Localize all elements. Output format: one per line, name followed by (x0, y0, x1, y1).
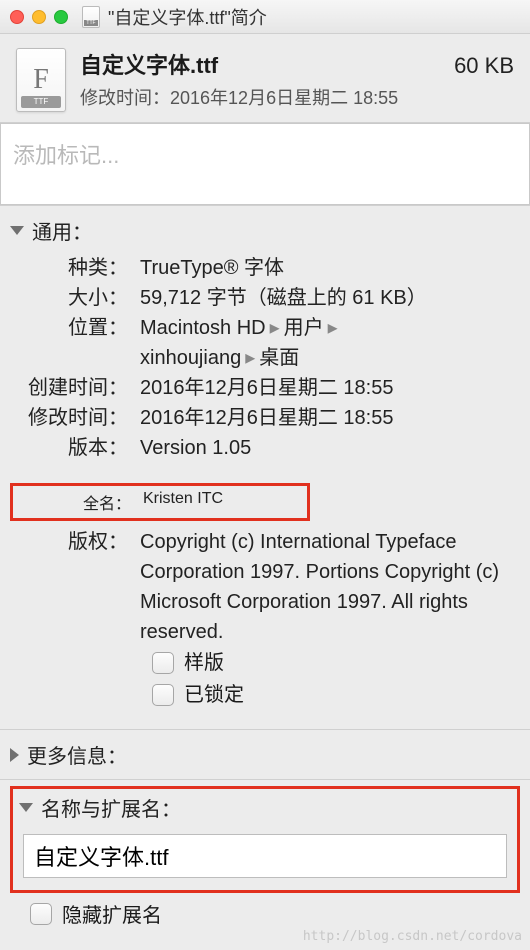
version-label: 版本： (10, 433, 140, 463)
modified-value: 2016年12月6日星期二 18:55 (170, 88, 398, 108)
zoom-icon[interactable] (54, 10, 68, 24)
sample-label: 样版 (184, 647, 224, 679)
locked-label: 已锁定 (184, 679, 244, 711)
kind-label: 种类： (10, 253, 140, 283)
where-label: 位置： (10, 313, 140, 373)
row-modified: 修改时间： 2016年12月6日星期二 18:55 (10, 403, 520, 433)
section-general-header[interactable]: 通用： (10, 212, 520, 249)
row-where: 位置： Macintosh HD▸用户▸ xinhoujiang▸桌面 (10, 313, 520, 373)
close-icon[interactable] (10, 10, 24, 24)
font-glyph-icon: F (33, 64, 49, 96)
disclosure-triangle-right-icon (10, 748, 19, 762)
window-controls (10, 10, 68, 24)
checkbox-hide-ext[interactable] (30, 903, 52, 925)
copyright-label: 版权： (10, 527, 140, 647)
chevron-right-icon: ▸ (266, 317, 284, 339)
tags-field[interactable]: 添加标记... (0, 123, 530, 205)
checkbox-locked[interactable] (152, 684, 174, 706)
kind-value: TrueType® 字体 (140, 253, 520, 283)
section-general: 通用： 种类： TrueType® 字体 大小： 59,712 字节（磁盘上的 … (0, 205, 530, 729)
breadcrumb: 桌面 (259, 347, 299, 369)
file-modified: 修改时间：2016年12月6日星期二 18:55 (80, 84, 514, 110)
row-created: 创建时间： 2016年12月6日星期二 18:55 (10, 373, 520, 403)
chevron-right-icon: ▸ (324, 317, 342, 339)
window-title: "自定义字体.ttf"简介 (108, 4, 267, 30)
row-hide-ext[interactable]: 隐藏扩展名 (30, 899, 526, 928)
file-name: 自定义字体.ttf (80, 48, 218, 80)
tags-placeholder: 添加标记... (13, 143, 119, 168)
row-locked[interactable]: 已锁定 (152, 679, 520, 711)
highlight-name-ext: 名称与扩展名： (10, 786, 520, 893)
minimize-icon[interactable] (32, 10, 46, 24)
size-label: 大小： (10, 283, 140, 313)
file-type-icon: F (16, 48, 66, 112)
file-header: F 自定义字体.ttf 60 KB 修改时间：2016年12月6日星期二 18:… (0, 34, 530, 123)
hide-ext-label: 隐藏扩展名 (62, 899, 162, 928)
breadcrumb: Macintosh HD (140, 317, 266, 339)
row-version: 版本： Version 1.05 (10, 433, 520, 463)
size-value: 59,712 字节（磁盘上的 61 KB） (140, 283, 520, 313)
row-copyright: 版权： Copyright (c) International Typeface… (10, 527, 520, 647)
section-name-ext-header[interactable]: 名称与扩展名： (13, 789, 517, 826)
breadcrumb: xinhoujiang (140, 347, 241, 369)
watermark: http://blog.csdn.net/cordova (303, 929, 522, 944)
created-value: 2016年12月6日星期二 18:55 (140, 373, 520, 403)
section-name-ext-title: 名称与扩展名： (41, 793, 181, 822)
chevron-right-icon: ▸ (241, 347, 259, 369)
version-value: Version 1.05 (140, 433, 520, 463)
copyright-value: Copyright (c) International Typeface Cor… (140, 527, 520, 647)
disclosure-triangle-down-icon (19, 803, 33, 812)
fullname-label: 全名： (13, 490, 143, 514)
section-more-info-header[interactable]: 更多信息： (10, 736, 520, 773)
row-size: 大小： 59,712 字节（磁盘上的 61 KB） (10, 283, 520, 313)
title-file-icon (82, 6, 100, 28)
created-label: 创建时间： (10, 373, 140, 403)
filename-input[interactable] (23, 834, 507, 878)
checkbox-sample[interactable] (152, 652, 174, 674)
where-value: Macintosh HD▸用户▸ xinhoujiang▸桌面 (140, 313, 520, 373)
modified-value2: 2016年12月6日星期二 18:55 (140, 403, 520, 433)
modified-label: 修改时间： (80, 88, 170, 108)
section-more-info-title: 更多信息： (27, 740, 127, 769)
titlebar: "自定义字体.ttf"简介 (0, 0, 530, 34)
breadcrumb: 用户 (284, 317, 324, 339)
section-general-title: 通用： (32, 216, 92, 245)
fullname-value: Kristen ITC (143, 490, 301, 514)
section-more-info: 更多信息： (0, 729, 530, 779)
file-size: 60 KB (454, 53, 514, 79)
row-kind: 种类： TrueType® 字体 (10, 253, 520, 283)
section-name-ext: 名称与扩展名： 隐藏扩展名 (0, 779, 530, 934)
modified-label2: 修改时间： (10, 403, 140, 433)
row-sample[interactable]: 样版 (152, 647, 520, 679)
highlight-fullname: 全名： Kristen ITC (10, 483, 310, 521)
disclosure-triangle-down-icon (10, 226, 24, 235)
